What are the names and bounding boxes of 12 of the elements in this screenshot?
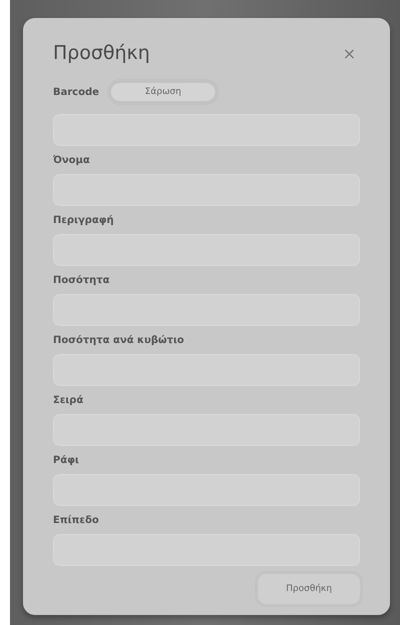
field-label: Ποσότητα ανά κυβώτιο <box>53 335 186 346</box>
field-label: Όνομα <box>53 155 91 166</box>
add-button[interactable]: Προσθήκη <box>258 574 360 604</box>
field-label: Επίπεδο <box>53 515 100 526</box>
scan-button[interactable]: Σάρωση <box>111 83 216 101</box>
close-button[interactable]: × <box>338 44 360 62</box>
field-label: Ποσότητα <box>53 275 111 286</box>
field-label: Barcode <box>53 86 100 98</box>
field-label: Σειρά <box>53 395 84 406</box>
field-label: Περιγραφή <box>53 215 115 226</box>
field-label: Ράφι <box>53 455 80 466</box>
dialog-title: Προσθήκη <box>53 42 150 64</box>
